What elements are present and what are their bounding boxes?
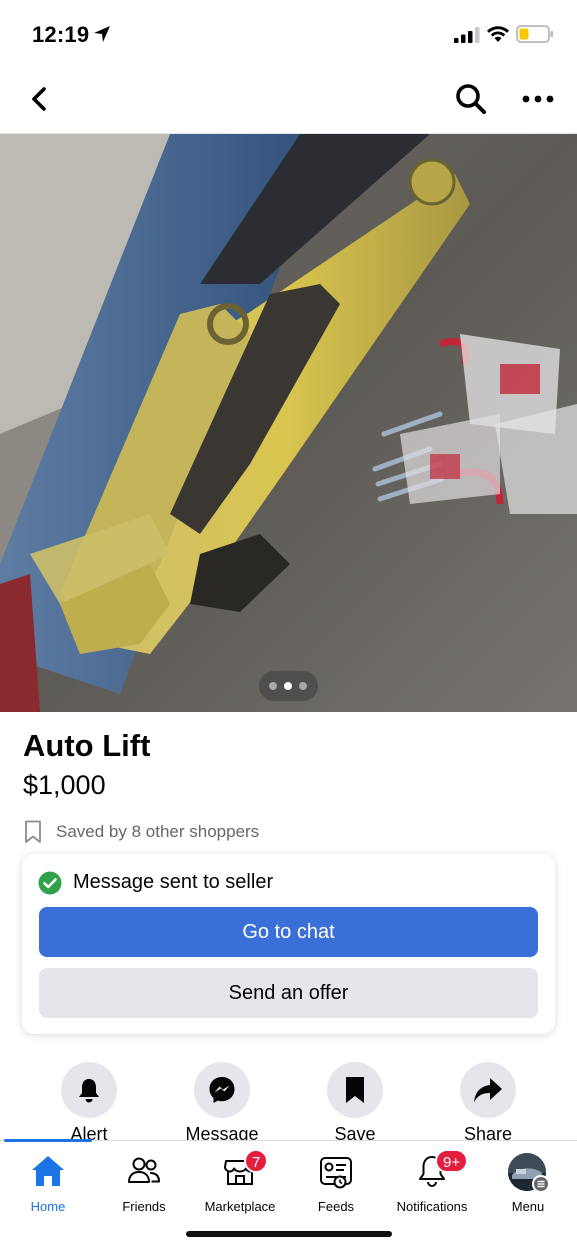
tab-menu[interactable]: Menu xyxy=(480,1153,576,1223)
check-circle-icon xyxy=(38,871,62,895)
message-sent-card: Message sent to seller Go to chat Send a… xyxy=(22,854,555,1034)
back-arrow-icon[interactable] xyxy=(24,82,54,116)
bookmark-outline-icon xyxy=(25,820,41,843)
listing-price: $1,000 xyxy=(23,770,106,800)
tab-marketplace-label: Marketplace xyxy=(204,1199,276,1214)
search-icon[interactable] xyxy=(454,82,488,116)
location-arrow-icon xyxy=(94,26,110,42)
tab-notifications[interactable]: 9+ Notifications xyxy=(384,1149,480,1223)
send-offer-button[interactable]: Send an offer xyxy=(39,968,538,1018)
tab-friends[interactable]: Friends xyxy=(96,1153,192,1223)
tab-feeds-label: Feeds xyxy=(317,1199,355,1214)
menu-overlay-icon xyxy=(532,1175,550,1193)
tab-friends-label: Friends xyxy=(122,1199,166,1214)
more-options-icon[interactable] xyxy=(520,84,556,114)
tab-home[interactable]: Home xyxy=(0,1153,96,1223)
bell-icon xyxy=(79,1079,99,1103)
wifi-icon xyxy=(487,26,509,42)
carousel-dot xyxy=(269,682,277,690)
feeds-icon xyxy=(320,1157,352,1189)
status-bar: 12:19 xyxy=(0,0,577,64)
share-icon xyxy=(474,1078,502,1102)
messenger-icon xyxy=(209,1077,235,1103)
carousel-dot-active xyxy=(284,682,292,690)
tab-home-label: Home xyxy=(30,1199,66,1214)
tab-feeds[interactable]: Feeds xyxy=(288,1153,384,1223)
tab-marketplace[interactable]: 7 Marketplace xyxy=(192,1149,288,1223)
home-indicator xyxy=(186,1231,392,1237)
tab-notifications-label: Notifications xyxy=(396,1199,468,1214)
bookmark-icon xyxy=(346,1077,364,1103)
share-action[interactable]: Share xyxy=(433,1062,543,1144)
marketplace-badge: 7 xyxy=(244,1149,269,1173)
message-sent-text: Message sent to seller xyxy=(73,871,274,893)
status-time: 12:19 xyxy=(32,22,90,47)
active-tab-indicator xyxy=(4,1139,92,1142)
tab-menu-label: Menu xyxy=(511,1199,545,1214)
message-button[interactable] xyxy=(194,1062,250,1118)
go-to-chat-button[interactable]: Go to chat xyxy=(39,907,538,957)
cellular-signal-icon xyxy=(454,27,480,43)
top-nav-bar xyxy=(0,64,577,134)
message-action[interactable]: Message xyxy=(167,1062,277,1144)
alert-button[interactable] xyxy=(61,1062,117,1118)
listing-title: Auto Lift xyxy=(23,728,151,763)
battery-icon xyxy=(516,25,553,43)
friends-icon xyxy=(128,1157,160,1183)
notifications-badge: 9+ xyxy=(435,1149,469,1173)
carousel-dot xyxy=(299,682,307,690)
save-action[interactable]: Save xyxy=(300,1062,410,1144)
saved-by-text: Saved by 8 other shoppers xyxy=(56,822,260,841)
alert-action[interactable]: Alert xyxy=(34,1062,144,1144)
save-button[interactable] xyxy=(327,1062,383,1118)
photo-carousel-dots[interactable] xyxy=(259,671,318,701)
share-button[interactable] xyxy=(460,1062,516,1118)
home-icon xyxy=(32,1156,64,1186)
listing-photo[interactable] xyxy=(0,134,577,712)
